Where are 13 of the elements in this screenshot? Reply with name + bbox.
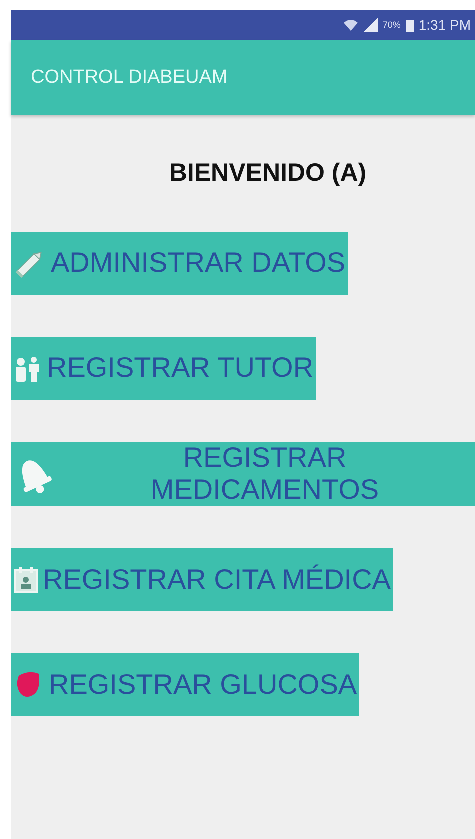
menu-button[interactable]: REGISTRAR GLUCOSA (11, 653, 360, 716)
menu-button[interactable]: REGISTRAR TUTOR (11, 337, 316, 400)
calendar-icon (13, 566, 39, 594)
menu-button[interactable]: ADMINISTRAR DATOS (11, 232, 348, 295)
welcome-heading: BIENVENIDO (A) (169, 159, 367, 188)
app-title: CONTROL DIABEUAM (31, 66, 228, 88)
menu-button[interactable]: REGISTRAR CITA MÉDICA (11, 548, 393, 612)
signal-icon (364, 18, 378, 32)
battery-percent: 70% (382, 20, 401, 30)
clock-time: 1:31 PM (418, 17, 471, 33)
battery-icon (406, 18, 414, 32)
wifi-icon (342, 18, 359, 32)
menu-button[interactable]: REGISTRAR MEDICAMENTOS (11, 442, 475, 506)
